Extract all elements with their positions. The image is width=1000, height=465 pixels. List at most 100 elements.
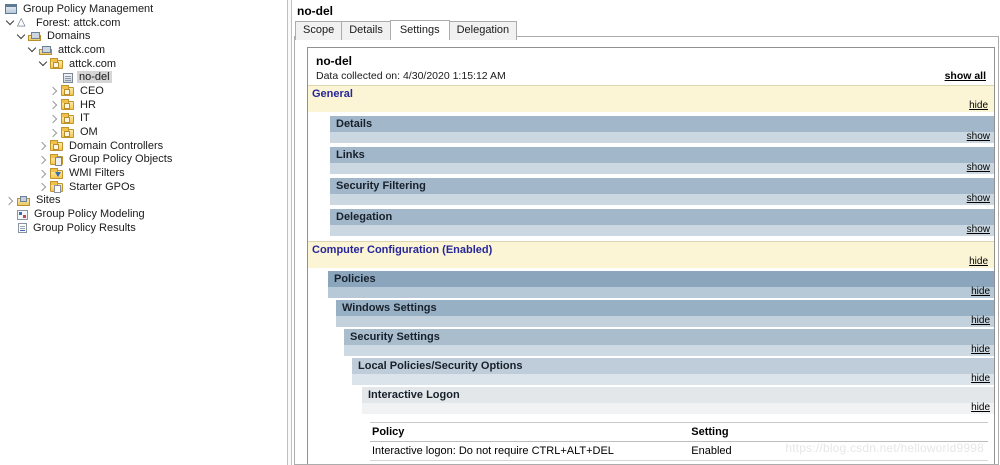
- chevron-down-icon[interactable]: [5, 17, 17, 28]
- tree-item-label: Group Policy Management: [21, 3, 155, 15]
- console-tree: Group Policy Management Forest: attck.co…: [0, 0, 288, 465]
- tree-item-label-selected: no-del: [77, 71, 112, 83]
- ou-folder-icon: [50, 60, 63, 69]
- chevron-right-icon[interactable]: [5, 195, 17, 206]
- windows-settings-hide-link[interactable]: hide: [971, 315, 990, 326]
- delegation-show-link[interactable]: show: [967, 224, 990, 235]
- chevron-right-icon[interactable]: [49, 99, 61, 110]
- tree-item-label: Group Policy Objects: [67, 153, 174, 165]
- data-collected-text: Data collected on: 4/30/2020 1:15:12 AM: [316, 70, 506, 82]
- watermark: https://blog.csdn.net/helloworld9998: [785, 441, 984, 455]
- tree-item-hr[interactable]: HR: [0, 98, 288, 112]
- band-details-title: Details: [330, 116, 994, 132]
- chevron-right-icon[interactable]: [38, 181, 50, 192]
- tree-item-label: Domains: [45, 30, 92, 42]
- tree-item-wmi-filters[interactable]: WMI Filters: [0, 166, 288, 180]
- tree-item-group-policy-objects[interactable]: Group Policy Objects: [0, 153, 288, 167]
- tree-item-domains[interactable]: Domains: [0, 29, 288, 43]
- links-show-link[interactable]: show: [967, 162, 990, 173]
- tree-item-ceo[interactable]: CEO: [0, 84, 288, 98]
- details-show-link[interactable]: show: [967, 131, 990, 142]
- tree-item-label: Sites: [34, 194, 62, 206]
- band-interactive-logon: Interactive Logon hide: [362, 387, 994, 414]
- settings-tab-page: no-del Data collected on: 4/30/2020 1:15…: [294, 36, 999, 465]
- chevron-down-icon[interactable]: [27, 44, 39, 55]
- tree-item-domain-controllers[interactable]: Domain Controllers: [0, 139, 288, 153]
- band-windows-settings: Windows Settings hide: [336, 300, 994, 327]
- setting-column-header: Setting: [691, 426, 986, 438]
- report-header: no-del Data collected on: 4/30/2020 1:15…: [308, 48, 994, 85]
- band-local-policies: Local Policies/Security Options hide: [352, 358, 994, 385]
- local-policies-hide-link[interactable]: hide: [971, 373, 990, 384]
- tab-details[interactable]: Details: [341, 21, 391, 40]
- band-local-policies-title: Local Policies/Security Options: [352, 358, 994, 374]
- results-icon: [18, 223, 27, 233]
- tree-item-sites[interactable]: Sites: [0, 194, 288, 208]
- band-security-settings-title: Security Settings: [344, 329, 994, 345]
- details-pane: no-del Scope Details Settings Delegation…: [292, 0, 1000, 465]
- section-computer-title: Computer Configuration (Enabled): [312, 244, 990, 256]
- tree-item-group-policy-management[interactable]: Group Policy Management: [0, 2, 288, 16]
- ou-folder-icon: [61, 87, 74, 96]
- chevron-right-icon[interactable]: [38, 140, 50, 151]
- expander-spacer: [5, 222, 17, 233]
- general-hide-link[interactable]: hide: [969, 100, 988, 111]
- tree-item-label: Starter GPOs: [67, 181, 137, 193]
- sites-icon: [17, 198, 30, 206]
- tree-item-label: OM: [78, 126, 100, 138]
- tree-item-group-policy-results[interactable]: Group Policy Results: [0, 221, 288, 235]
- tree-item-ou-attck[interactable]: attck.com: [0, 57, 288, 71]
- tree-item-it[interactable]: IT: [0, 112, 288, 126]
- band-policies: Policies hide: [328, 271, 994, 298]
- gpmc-window: Group Policy Management Forest: attck.co…: [0, 0, 1000, 465]
- tree-item-label: Forest: attck.com: [34, 17, 122, 29]
- section-general-title: General: [312, 88, 990, 100]
- forest-icon: [17, 17, 30, 28]
- show-all-link[interactable]: show all: [945, 70, 986, 82]
- gpm-console-icon: [5, 4, 17, 14]
- ou-folder-icon: [61, 101, 74, 110]
- domain-icon: [39, 49, 52, 55]
- chevron-right-icon[interactable]: [49, 113, 61, 124]
- tree-item-no-del[interactable]: no-del: [0, 70, 288, 84]
- chevron-right-icon[interactable]: [38, 168, 50, 179]
- tree-item-starter-gpos[interactable]: Starter GPOs: [0, 180, 288, 194]
- chevron-right-icon[interactable]: [38, 154, 50, 165]
- band-interactive-logon-title: Interactive Logon: [362, 387, 994, 403]
- chevron-down-icon[interactable]: [38, 58, 50, 69]
- ou-folder-icon: [61, 115, 74, 124]
- security-settings-hide-link[interactable]: hide: [971, 344, 990, 355]
- band-details: Details show: [330, 116, 994, 143]
- tab-settings[interactable]: Settings: [390, 20, 450, 39]
- tree-item-forest[interactable]: Forest: attck.com: [0, 16, 288, 30]
- tree-item-domain-attck[interactable]: attck.com: [0, 43, 288, 57]
- chevron-right-icon[interactable]: [49, 85, 61, 96]
- band-links-title: Links: [330, 147, 994, 163]
- policy-table-header: Policy Setting: [370, 423, 988, 442]
- security-filtering-show-link[interactable]: show: [967, 193, 990, 204]
- domains-icon: [28, 35, 41, 41]
- tab-delegation[interactable]: Delegation: [449, 21, 518, 40]
- tree-item-om[interactable]: OM: [0, 125, 288, 139]
- tree-item-label: WMI Filters: [67, 167, 127, 179]
- gpo-settings-report: no-del Data collected on: 4/30/2020 1:15…: [307, 47, 995, 465]
- computer-hide-link[interactable]: hide: [969, 256, 988, 267]
- band-windows-settings-title: Windows Settings: [336, 300, 994, 316]
- policy-cell: Interactive logon: Do not require CTRL+A…: [372, 445, 691, 457]
- chevron-down-icon[interactable]: [16, 31, 28, 42]
- band-security-settings: Security Settings hide: [344, 329, 994, 356]
- report-title: no-del: [316, 54, 986, 68]
- tree-item-label: CEO: [78, 85, 106, 97]
- band-policies-title: Policies: [328, 271, 994, 287]
- chevron-right-icon[interactable]: [49, 127, 61, 138]
- band-security-filtering-title: Security Filtering: [330, 178, 994, 194]
- tree-item-group-policy-modeling[interactable]: Group Policy Modeling: [0, 207, 288, 221]
- tab-scope[interactable]: Scope: [295, 21, 342, 40]
- tab-strip: Scope Details Settings Delegation: [292, 20, 1000, 39]
- band-security-filtering: Security Filtering show: [330, 178, 994, 205]
- policies-hide-link[interactable]: hide: [971, 286, 990, 297]
- expander-spacer: [49, 72, 61, 83]
- interactive-logon-hide-link[interactable]: hide: [971, 402, 990, 413]
- gpo-link-icon: [63, 73, 73, 83]
- page-title: no-del: [292, 0, 1000, 20]
